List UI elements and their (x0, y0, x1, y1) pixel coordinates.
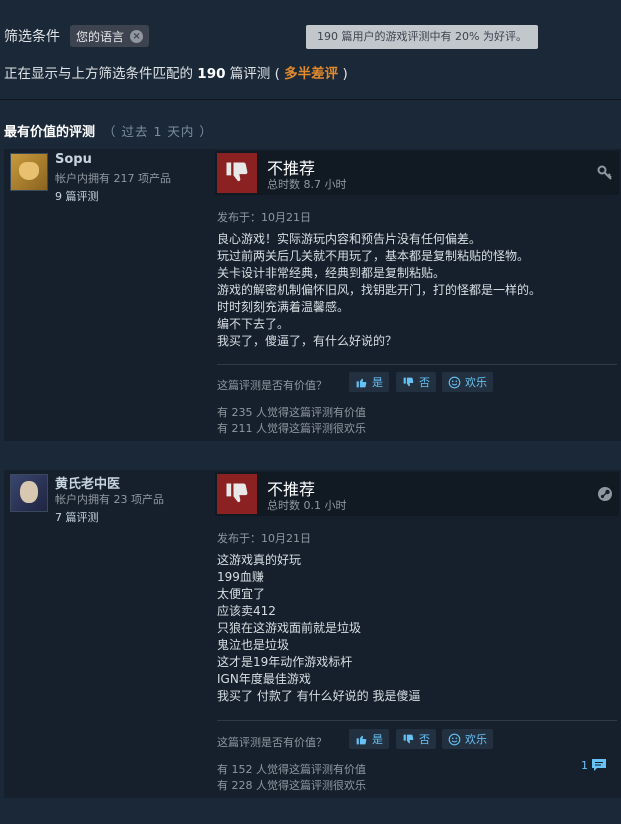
thumbs-down-icon (217, 474, 257, 514)
vote-header[interactable]: 不推荐 总时数 8.7 小时 (215, 151, 619, 195)
avatar[interactable] (10, 474, 48, 512)
key-icon (597, 165, 613, 181)
section-title-text: 最有价值的评测 (4, 125, 96, 140)
comment-icon (592, 759, 606, 771)
review-text: 这游戏真的好玩 199血赚 太便宜了 应该卖412 只狼在这游戏面前就是垃圾 鬼… (217, 553, 421, 703)
thumbs-down-icon (403, 377, 414, 386)
vote-no-label: 否 (419, 733, 430, 746)
vote-no-button[interactable]: 否 (396, 372, 436, 392)
summary-count: 190 (197, 66, 226, 82)
match-summary: 正在显示与上方筛选条件匹配的 190 篇评测 ( 多半差评 ) (4, 62, 348, 82)
thumbs-up-icon (356, 735, 367, 744)
comment-count: 1 (581, 758, 588, 772)
thumbs-down-icon (403, 734, 414, 743)
vote-yes-button[interactable]: 是 (349, 729, 389, 749)
vote-no-button[interactable]: 否 (396, 729, 436, 749)
section-period: （ 过去 1 天内 ） (103, 124, 213, 139)
vote-yes-label: 是 (372, 733, 383, 746)
review-card: 黄氏老中医 帐户内拥有 23 项产品 7 篇评测 不推荐 总时数 0.1 小时 … (4, 470, 621, 798)
vote-header[interactable]: 不推荐 总时数 0.1 小时 (215, 472, 619, 516)
vote-funny-button[interactable]: 欢乐 (442, 372, 493, 392)
vote-funny-button[interactable]: 欢乐 (442, 729, 493, 749)
divider (217, 364, 617, 365)
filter-label: 筛选条件 (4, 29, 60, 45)
funny-count: 有 228 人觉得这篇评测很欢乐 (217, 779, 366, 792)
language-filter-chip[interactable]: 您的语言 × (70, 25, 150, 47)
vote-yes-label: 是 (372, 376, 383, 389)
filter-chip-label: 您的语言 (76, 29, 125, 44)
smile-icon (448, 733, 461, 745)
steam-icon (597, 486, 613, 502)
helpful-question: 这篇评测是否有价值？ (217, 379, 327, 392)
smile-icon (448, 376, 461, 388)
summary-suffix: ) (342, 66, 348, 82)
playtime: 总时数 0.1 小时 (267, 499, 347, 512)
vote-funny-label: 欢乐 (465, 733, 487, 746)
comments-link[interactable]: 1 (581, 758, 607, 772)
funny-count: 有 211 人觉得这篇评测很欢乐 (217, 422, 366, 435)
helpful-count: 有 235 人觉得这篇评测有价值 (217, 406, 366, 419)
helpful-question: 这篇评测是否有价值？ (217, 736, 327, 749)
author-products[interactable]: 帐户内拥有 23 项产品 (55, 491, 164, 507)
thumbs-up-icon (356, 378, 367, 387)
author-name[interactable]: 黄氏老中医 (55, 473, 120, 492)
divider (217, 720, 617, 721)
helpful-count: 有 152 人觉得这篇评测有价值 (217, 763, 366, 776)
vote-no-label: 否 (419, 376, 430, 389)
posted-date: 发布于：10月21日 (217, 532, 311, 545)
divider (0, 99, 621, 100)
rating-label[interactable]: 多半差评 (284, 66, 338, 82)
author-review-count[interactable]: 7 篇评测 (55, 509, 99, 525)
playtime: 总时数 8.7 小时 (267, 178, 347, 191)
section-title: 最有价值的评测 （ 过去 1 天内 ） (4, 121, 213, 140)
summary-prefix: 正在显示与上方筛选条件匹配的 (4, 66, 193, 82)
thumbs-down-icon (217, 153, 257, 193)
author-review-count[interactable]: 9 篇评测 (55, 188, 99, 204)
review-card: Sopu 帐户内拥有 217 项产品 9 篇评测 不推荐 总时数 8.7 小时 … (4, 149, 621, 441)
author-products[interactable]: 帐户内拥有 217 项产品 (55, 170, 171, 186)
posted-date: 发布于：10月21日 (217, 211, 311, 224)
author-name[interactable]: Sopu (55, 152, 92, 167)
score-tooltip: 190 篇用户的游戏评测中有 20% 为好评。 (306, 25, 538, 49)
vote-funny-label: 欢乐 (465, 376, 487, 389)
close-icon[interactable]: × (130, 29, 144, 43)
filter-row: 筛选条件 您的语言 × (4, 24, 150, 48)
summary-middle: 篇评测 ( (229, 66, 280, 82)
avatar[interactable] (10, 153, 48, 191)
review-text: 良心游戏！实际游玩内容和预告片没有任何偏差。 玩过前两关后几关就不用玩了，基本都… (217, 232, 542, 348)
vote-yes-button[interactable]: 是 (349, 372, 389, 392)
